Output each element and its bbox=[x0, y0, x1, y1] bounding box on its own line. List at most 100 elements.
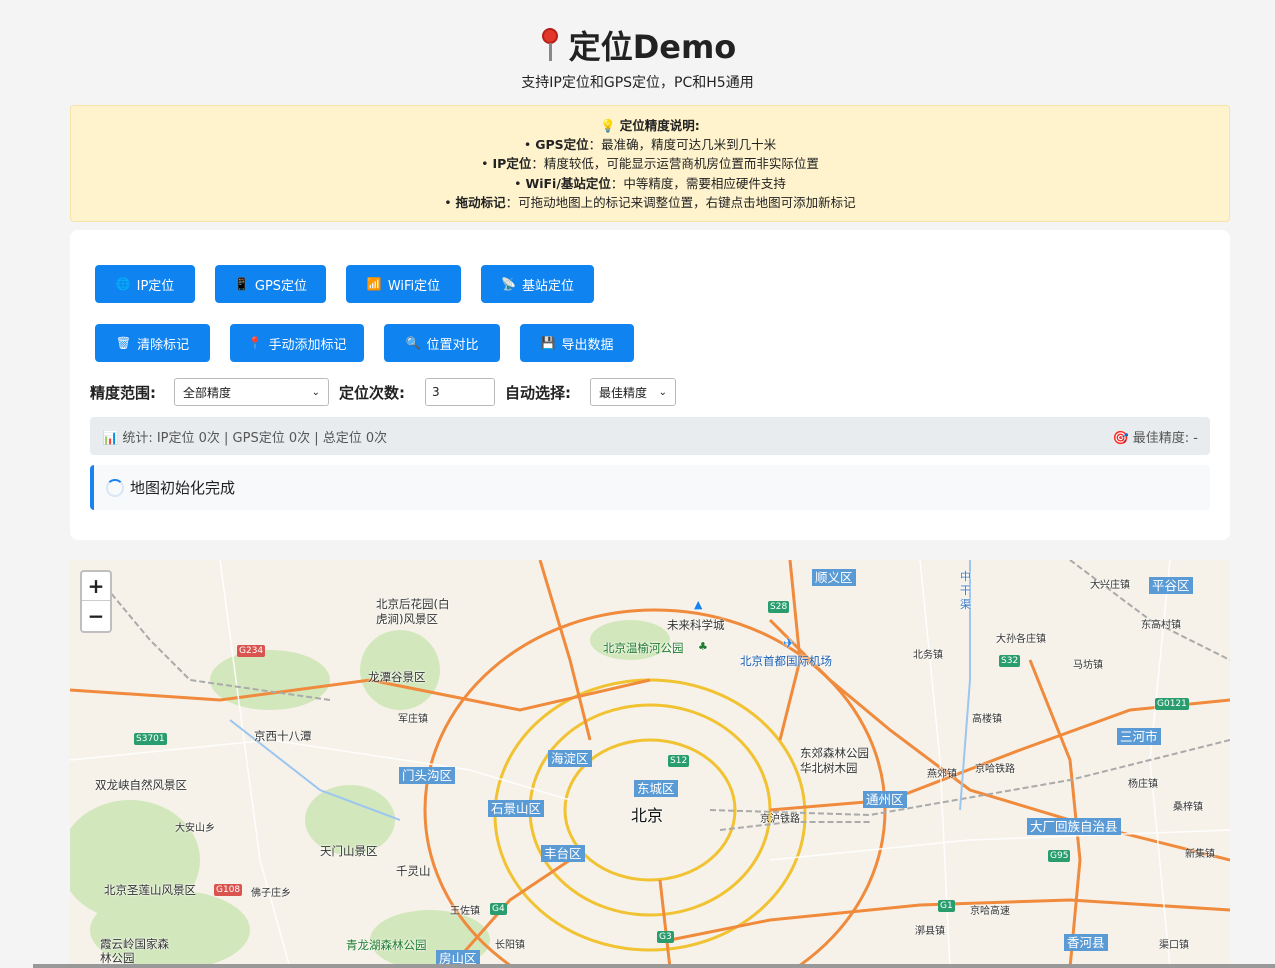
place-label: 京西十八潭 bbox=[254, 729, 312, 743]
place-label: 东郊森林公园华北树木园 bbox=[800, 746, 869, 775]
pin-icon bbox=[539, 28, 561, 62]
road-badge: S12 bbox=[668, 755, 690, 767]
zoom-out-button[interactable]: − bbox=[82, 601, 110, 630]
district-label: 顺义区 bbox=[812, 569, 856, 586]
add-marker-button[interactable]: 📍 手动添加标记 bbox=[230, 324, 364, 362]
title-text: 定位Demo bbox=[568, 28, 737, 66]
map[interactable]: + − 北京 顺义区 平谷区 海淀区 东城区 石景山区 门头沟区 丰台区 通州区… bbox=[70, 560, 1230, 968]
place-label: 京哈铁路 bbox=[975, 764, 1015, 775]
road-badge: G3 bbox=[657, 931, 674, 943]
precision-select[interactable]: 全部精度 ⌄ bbox=[174, 378, 329, 406]
place-label: 桑梓镇 bbox=[1173, 802, 1203, 813]
place-label: 中干渠 bbox=[960, 570, 971, 611]
place-label: 杨庄镇 bbox=[1128, 779, 1158, 790]
station-locate-button[interactable]: 📡 基站定位 bbox=[481, 265, 594, 303]
place-label: 京哈高速 bbox=[970, 906, 1010, 917]
place-label: 北京圣莲山风景区 bbox=[104, 883, 196, 897]
satellite-icon: 📡 bbox=[501, 277, 516, 291]
page: 定位Demo 支持IP定位和GPS定位，PC和H5通用 💡 定位精度说明: • … bbox=[0, 0, 1275, 968]
place-label: 大兴庄镇 bbox=[1090, 580, 1130, 591]
place-label: 漷县镇 bbox=[915, 926, 945, 937]
road-badge: G1 bbox=[938, 900, 955, 912]
note-item: • IP定位：精度较低，可能显示运营商机房位置而非实际位置 bbox=[481, 156, 819, 172]
phone-icon: 📱 bbox=[233, 277, 249, 291]
district-label: 石景山区 bbox=[488, 800, 545, 817]
district-label: 海淀区 bbox=[548, 750, 592, 767]
place-label: 北京温榆河公园 bbox=[603, 641, 684, 655]
place-label: 千灵山 bbox=[396, 864, 431, 878]
stats-bar: 📊 统计: IP定位 0次 | GPS定位 0次 | 总定位 0次 🎯 最佳精度… bbox=[90, 417, 1210, 455]
note-item: • GPS定位：最准确，精度可达几米到几十米 bbox=[523, 137, 777, 153]
building-icon: ▲ bbox=[694, 598, 703, 611]
place-label: 大孙各庄镇 bbox=[996, 634, 1046, 645]
note-item: • 拖动标记：可拖动地图上的标记来调整位置，右键点击地图可添加新标记 bbox=[444, 194, 856, 210]
control-panel: 🌐 IP定位 📱 GPS定位 📶 WiFi定位 📡 基站定位 🗑 清除标记 📍 手动添加标记… bbox=[70, 230, 1230, 540]
road-badge: S32 bbox=[999, 655, 1021, 667]
precision-label: 精度范围: bbox=[90, 383, 156, 402]
chart-icon: 📊 bbox=[102, 430, 119, 446]
road-badge: G0121 bbox=[1155, 698, 1189, 710]
place-label: 青龙湖森林公园 bbox=[346, 938, 427, 952]
floppy-icon: 💾 bbox=[540, 336, 556, 350]
clear-markers-button[interactable]: 🗑 清除标记 bbox=[95, 324, 210, 362]
road-badge: G234 bbox=[237, 645, 266, 657]
place-label: 龙潭谷景区 bbox=[368, 670, 426, 684]
magnifier-icon: 🔍 bbox=[405, 336, 421, 350]
district-label: 丰台区 bbox=[541, 845, 585, 862]
globe-icon: 🌐 bbox=[115, 277, 131, 291]
spinner-icon bbox=[106, 478, 124, 497]
chevron-down-icon: ⌄ bbox=[311, 386, 320, 398]
auto-select[interactable]: 最佳精度 ⌄ bbox=[590, 378, 676, 406]
page-title: 定位Demo bbox=[0, 22, 1275, 68]
map-base bbox=[70, 560, 1230, 968]
target-icon: 🎯 bbox=[1112, 430, 1129, 446]
note-item: • WiFi/基站定位：中等精度，需要相应硬件支持 bbox=[514, 175, 786, 191]
stats-text: 📊 统计: IP定位 0次 | GPS定位 0次 | 总定位 0次 bbox=[102, 430, 388, 446]
place-label: 北务镇 bbox=[913, 650, 943, 661]
place-label: 渠口镇 bbox=[1159, 940, 1189, 951]
wifi-locate-button[interactable]: 📶 WiFi定位 bbox=[346, 265, 461, 303]
city-label: 北京 bbox=[631, 806, 664, 825]
ip-locate-button[interactable]: 🌐 IP定位 bbox=[95, 265, 195, 303]
best-precision: 🎯 最佳精度: - bbox=[1112, 430, 1198, 446]
road-badge: S28 bbox=[768, 601, 790, 613]
place-label: 马坊镇 bbox=[1073, 660, 1103, 671]
place-label: 未来科学城 bbox=[667, 618, 725, 632]
place-label: 双龙峡自然风景区 bbox=[95, 778, 187, 792]
road-badge: G95 bbox=[1048, 850, 1071, 862]
scrollbar[interactable] bbox=[33, 964, 1275, 968]
place-label: 高楼镇 bbox=[972, 714, 1002, 725]
park-icon: ♣ bbox=[698, 640, 708, 653]
place-label: 京沪铁路 bbox=[760, 814, 800, 825]
compare-button[interactable]: 🔍 位置对比 bbox=[384, 324, 500, 362]
place-label: 大安山乡 bbox=[175, 823, 215, 834]
road-badge: S3701 bbox=[134, 733, 167, 745]
zoom-in-button[interactable]: + bbox=[82, 572, 110, 601]
district-label: 东城区 bbox=[634, 780, 678, 797]
signal-icon: 📶 bbox=[366, 277, 382, 291]
place-label: 北京后花园(白虎涧)风景区 bbox=[376, 597, 450, 626]
chevron-down-icon: ⌄ bbox=[658, 386, 667, 398]
place-label: 霞云岭国家森林公园 bbox=[100, 937, 169, 965]
airport-icon: ✈ bbox=[783, 636, 795, 652]
count-input[interactable]: 3 bbox=[425, 378, 495, 406]
trash-icon: 🗑 bbox=[115, 336, 132, 350]
precision-note: 💡 定位精度说明: • GPS定位：最准确，精度可达几米到几十米 • IP定位：… bbox=[70, 105, 1230, 222]
gps-locate-button[interactable]: 📱 GPS定位 bbox=[215, 265, 326, 303]
status-message: 地图初始化完成 bbox=[90, 465, 1210, 510]
controls-row: 精度范围: 全部精度 ⌄ 定位次数: 3 自动选择: 最佳精度 ⌄ bbox=[90, 378, 676, 406]
export-button[interactable]: 💾 导出数据 bbox=[520, 324, 634, 362]
road-badge: G4 bbox=[490, 903, 507, 915]
page-subtitle: 支持IP定位和GPS定位，PC和H5通用 bbox=[521, 75, 754, 91]
place-label: 长阳镇 bbox=[495, 940, 525, 951]
district-label: 大厂回族自治县 bbox=[1027, 818, 1121, 835]
district-label: 三河市 bbox=[1117, 728, 1161, 745]
road-badge: G108 bbox=[214, 884, 243, 896]
zoom-control: + − bbox=[80, 570, 112, 633]
place-label: 天门山景区 bbox=[320, 844, 378, 858]
place-label: 王佐镇 bbox=[450, 906, 480, 917]
place-label: 北京首都国际机场 bbox=[740, 654, 832, 668]
count-label: 定位次数: bbox=[339, 383, 405, 402]
place-label: 燕郊镇 bbox=[927, 769, 957, 780]
note-heading: 💡 定位精度说明: bbox=[600, 118, 700, 133]
